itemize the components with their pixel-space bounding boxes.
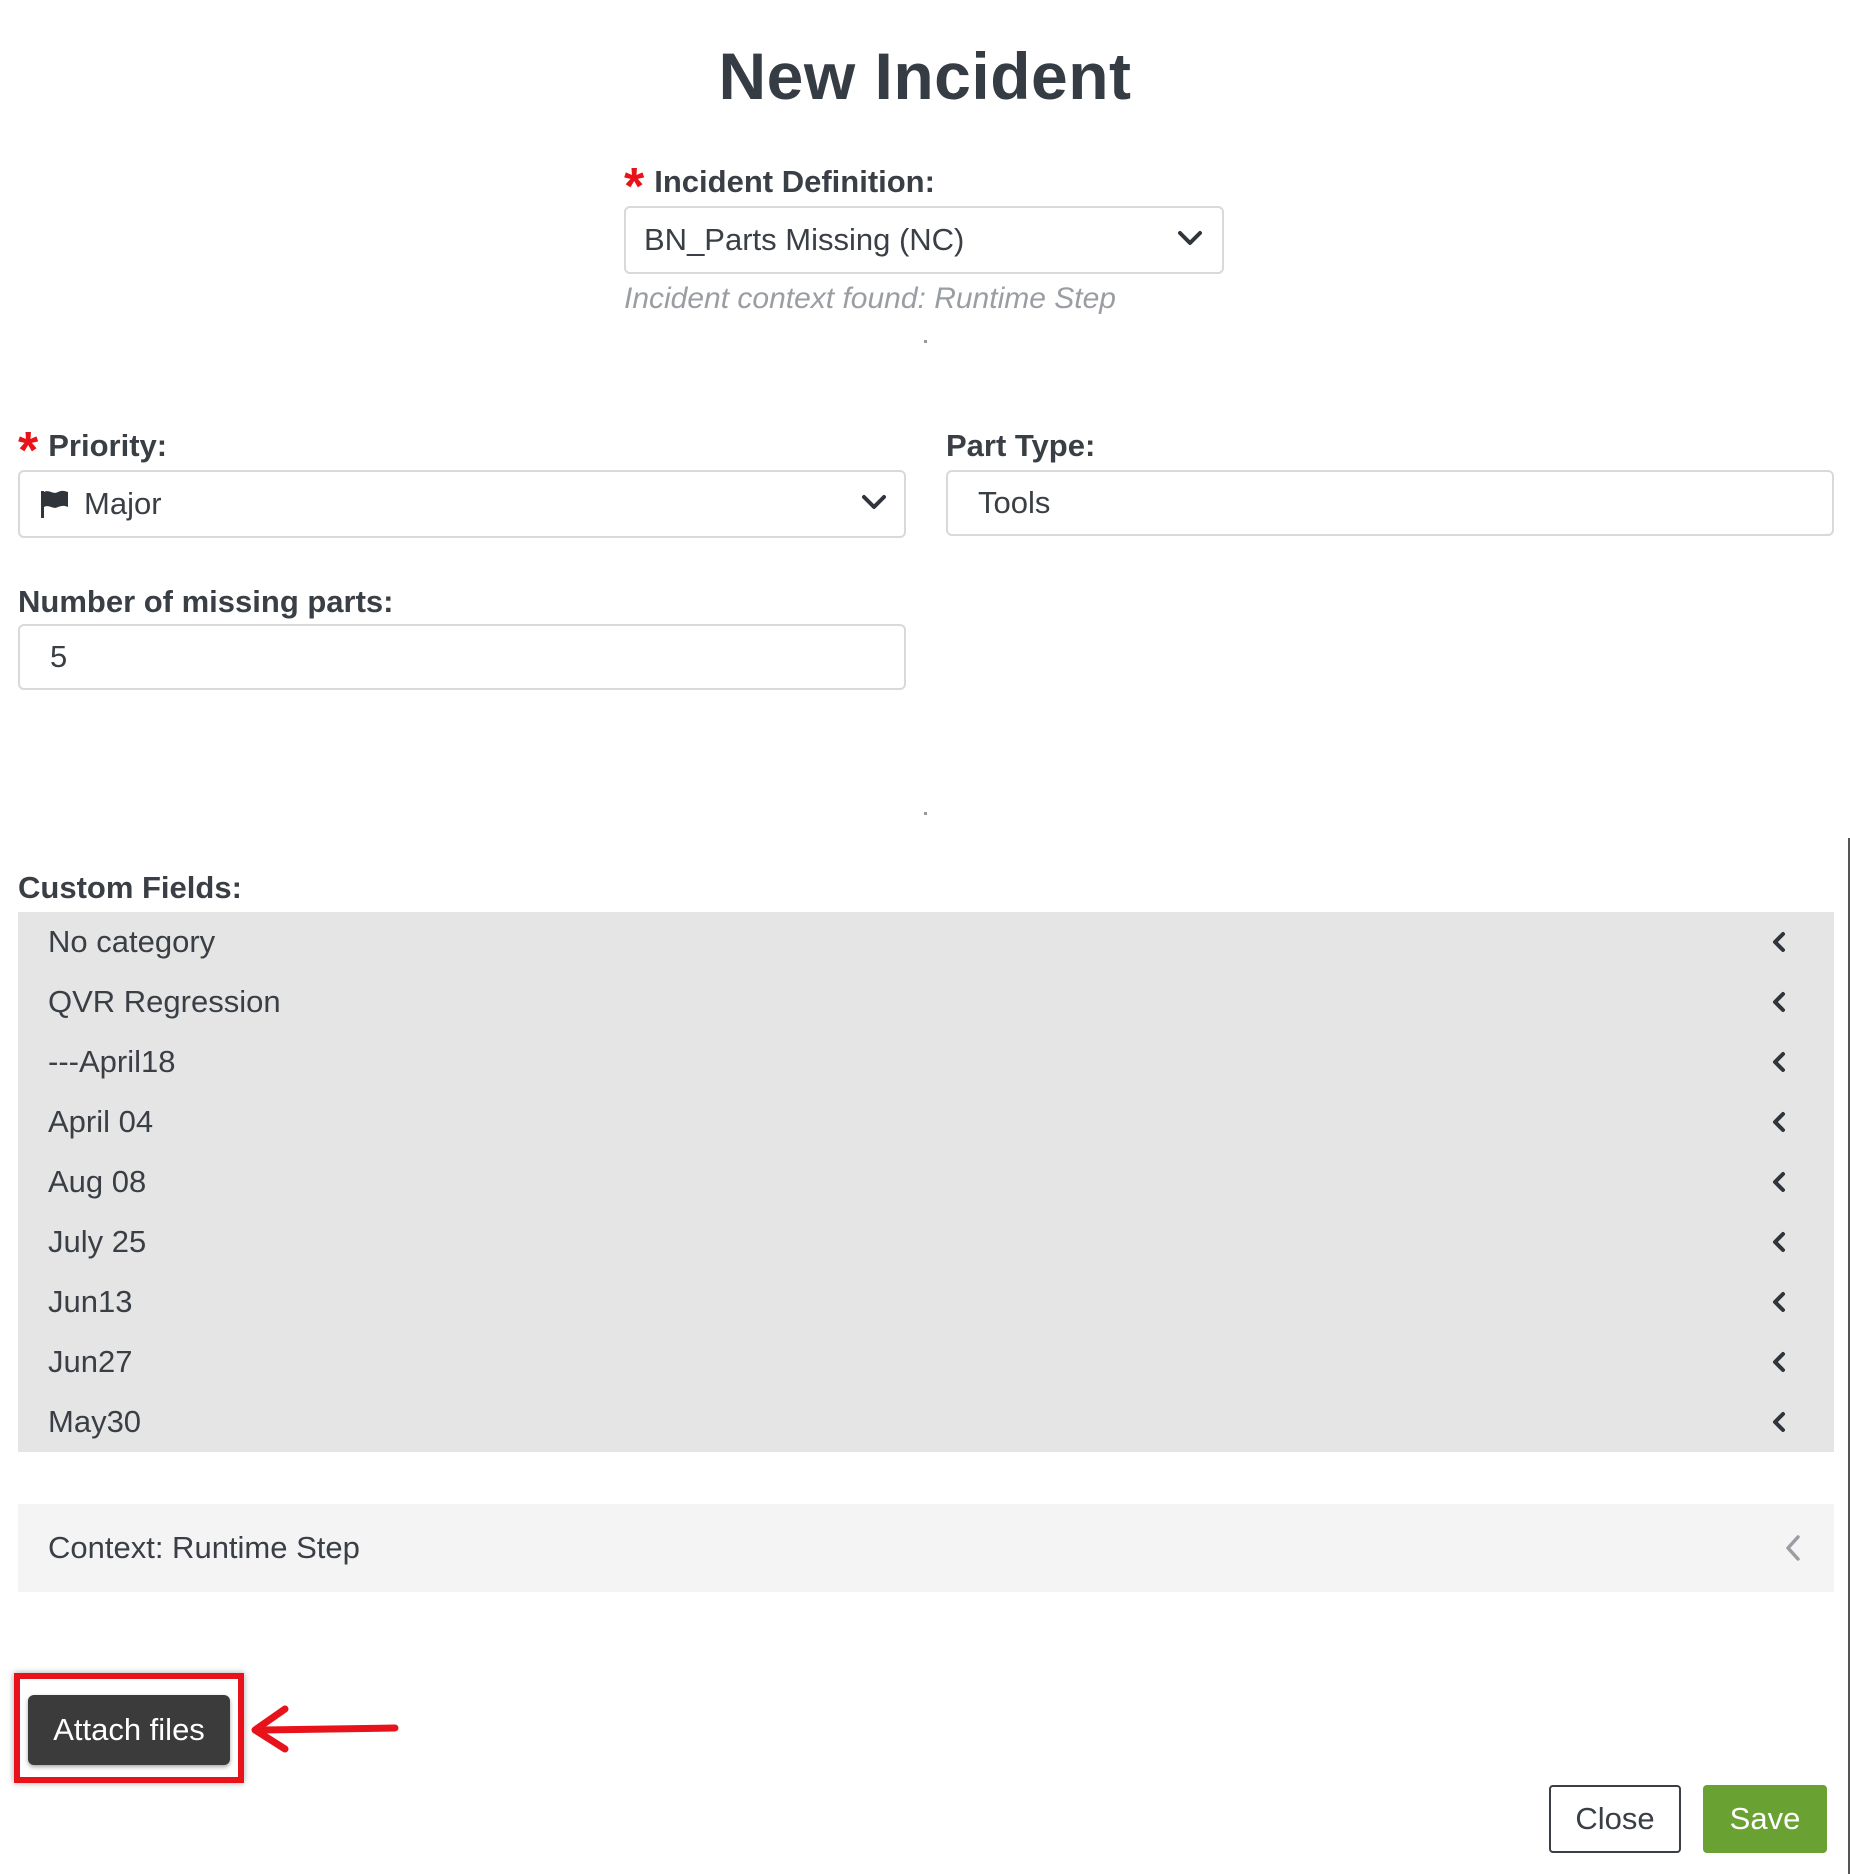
- custom-field-category-row[interactable]: ---April18: [18, 1032, 1834, 1092]
- custom-fields-label: Custom Fields:: [18, 870, 242, 905]
- page-title: New Incident: [0, 38, 1850, 114]
- custom-field-category-label: QVR Regression: [48, 984, 281, 1019]
- custom-field-category-label: Jun27: [48, 1344, 133, 1379]
- chevron-left-icon: [1773, 1232, 1785, 1252]
- missing-parts-input[interactable]: 5: [18, 624, 906, 690]
- part-type-value: Tools: [978, 485, 1051, 520]
- context-panel[interactable]: Context: Runtime Step: [18, 1504, 1834, 1592]
- flag-icon: [41, 490, 68, 518]
- chevron-left-icon: [1773, 1112, 1785, 1132]
- missing-parts-label: Number of missing parts:: [18, 584, 394, 619]
- chevron-left-icon: [1773, 1052, 1785, 1072]
- missing-parts-value: 5: [50, 639, 68, 674]
- custom-field-category-row[interactable]: May30: [18, 1392, 1834, 1452]
- chevron-left-icon: [1773, 1352, 1785, 1372]
- custom-field-category-label: ---April18: [48, 1044, 176, 1079]
- chevron-left-icon: [1773, 932, 1785, 952]
- custom-field-category-row[interactable]: July 25: [18, 1212, 1834, 1272]
- custom-field-category-label: May30: [48, 1404, 142, 1439]
- context-label: Context: Runtime Step: [48, 1530, 360, 1565]
- incident-definition-value: BN_Parts Missing (NC): [644, 222, 965, 257]
- chevron-left-icon: [1773, 1412, 1785, 1432]
- separator-dot: [924, 812, 927, 815]
- attach-files-button[interactable]: Attach files: [28, 1695, 230, 1765]
- chevron-left-icon: [1773, 992, 1785, 1012]
- chevron-left-icon: [1773, 1292, 1785, 1312]
- part-type-input[interactable]: Tools: [946, 470, 1834, 536]
- priority-label: Priority:: [48, 428, 168, 463]
- custom-field-category-row[interactable]: April 04: [18, 1092, 1834, 1152]
- custom-field-category-label: Jun13: [48, 1284, 133, 1319]
- priority-select[interactable]: Major: [18, 470, 906, 538]
- custom-field-category-label: Aug 08: [48, 1164, 147, 1199]
- chevron-left-icon: [1786, 1535, 1800, 1561]
- part-type-label: Part Type:: [946, 428, 1096, 463]
- close-button[interactable]: Close: [1549, 1785, 1681, 1853]
- new-incident-dialog: New Incident * Incident Definition: BN_Pa…: [0, 0, 1850, 1874]
- separator-dot: [924, 340, 927, 343]
- priority-value: Major: [84, 486, 162, 521]
- custom-field-category-row[interactable]: Jun27: [18, 1332, 1834, 1392]
- custom-field-category-row[interactable]: Jun13: [18, 1272, 1834, 1332]
- custom-field-category-row[interactable]: QVR Regression: [18, 972, 1834, 1032]
- incident-definition-label-group: * Incident Definition:: [624, 161, 935, 213]
- chevron-down-icon: [1178, 231, 1202, 245]
- custom-field-category-label: April 04: [48, 1104, 154, 1139]
- incident-definition-select[interactable]: BN_Parts Missing (NC): [624, 206, 1224, 274]
- annotation-arrow-icon: [251, 1705, 399, 1753]
- incident-definition-label: Incident Definition:: [654, 164, 935, 199]
- custom-field-category-row[interactable]: Aug 08: [18, 1152, 1834, 1212]
- priority-label-group: * Priority:: [18, 425, 168, 477]
- custom-fields-panel: No category QVR Regression ---April18 Ap…: [18, 912, 1834, 1452]
- custom-field-category-label: No category: [48, 924, 216, 959]
- chevron-down-icon: [862, 495, 886, 509]
- custom-field-category-row[interactable]: No category: [18, 912, 1834, 972]
- custom-field-category-label: July 25: [48, 1224, 147, 1259]
- chevron-left-icon: [1773, 1172, 1785, 1192]
- incident-context-hint: Incident context found: Runtime Step: [624, 282, 1116, 315]
- page-title-text: New Incident: [718, 39, 1132, 113]
- save-button[interactable]: Save: [1703, 1785, 1827, 1853]
